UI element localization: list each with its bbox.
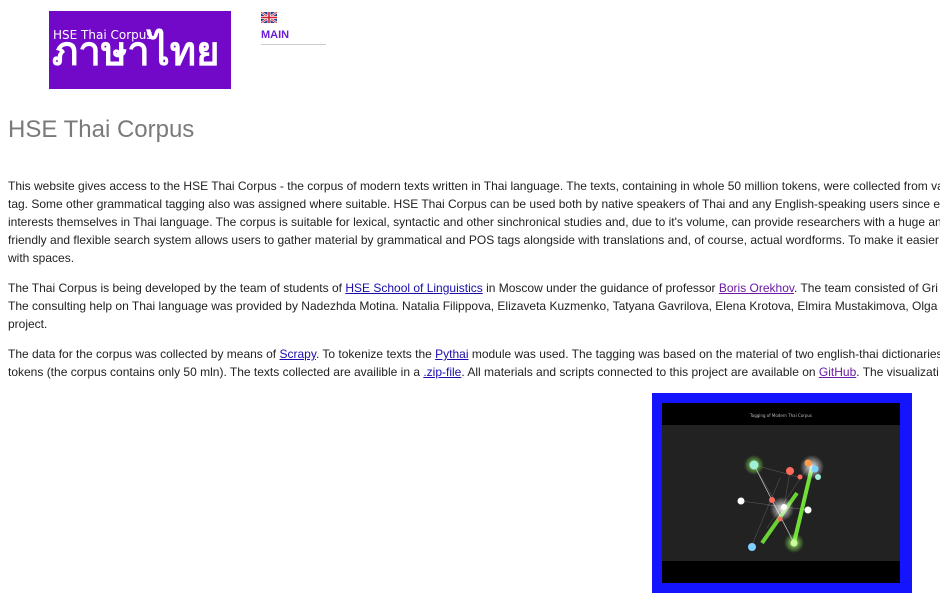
scrapy-link[interactable]: Scrapy — [279, 347, 315, 361]
visualization-thumbnail[interactable]: Tagging of Modern Thai Corpus — [652, 393, 912, 593]
team-line-3: project. — [8, 317, 48, 331]
logo-thai-text: ภาษาไทย — [52, 29, 220, 75]
team-line-2: The consulting help on Thai language was… — [8, 299, 938, 313]
intro-line-1: This website gives access to the HSE Tha… — [8, 179, 940, 193]
visualization-caption: Tagging of Modern Thai Corpus — [749, 413, 812, 418]
network-graph-image: Tagging of Modern Thai Corpus — [662, 413, 900, 561]
data-text-2c: . The visualizati — [856, 365, 939, 379]
data-text-1c: module was used. The tagging was based o… — [468, 347, 940, 361]
page-title: HSE Thai Corpus — [8, 116, 195, 143]
nav-divider — [261, 44, 326, 45]
zip-file-link[interactable]: .zip-file — [423, 365, 461, 379]
intro-line-4: friendly and flexible search system allo… — [8, 233, 939, 247]
data-text-1b: . To tokenize texts the — [315, 347, 436, 361]
data-text-2b: . All materials and scripts connected to… — [461, 365, 819, 379]
team-text-1a: The Thai Corpus is being developed by th… — [8, 281, 346, 295]
site-logo[interactable]: HSE Thai Corpus ภาษาไทย — [49, 11, 231, 89]
team-text-1b: in Moscow under the guidance of professo… — [482, 281, 719, 295]
nav-main-link[interactable]: MAIN — [261, 29, 289, 41]
visualization-screen: Tagging of Modern Thai Corpus — [662, 403, 900, 583]
data-paragraph: The data for the corpus was collected by… — [8, 345, 940, 381]
intro-line-5: with spaces. — [8, 251, 75, 265]
boris-orekhov-link[interactable]: Boris Orekhov — [719, 281, 794, 295]
intro-line-2: tag. Some other grammatical tagging also… — [8, 197, 940, 211]
pythai-link[interactable]: Pythai — [435, 347, 468, 361]
uk-flag-icon[interactable] — [261, 12, 277, 23]
intro-paragraph: This website gives access to the HSE Tha… — [8, 177, 940, 267]
intro-line-3: interests themselves in Thai language. T… — [8, 215, 940, 229]
team-paragraph: The Thai Corpus is being developed by th… — [8, 279, 938, 333]
data-text-1a: The data for the corpus was collected by… — [8, 347, 280, 361]
team-text-1c: . The team consisted of Gri — [794, 281, 938, 295]
hse-school-link[interactable]: HSE School of Linguistics — [345, 281, 482, 295]
github-link[interactable]: GitHub — [819, 365, 856, 379]
data-text-2a: tokens (the corpus contains only 50 mln)… — [8, 365, 424, 379]
